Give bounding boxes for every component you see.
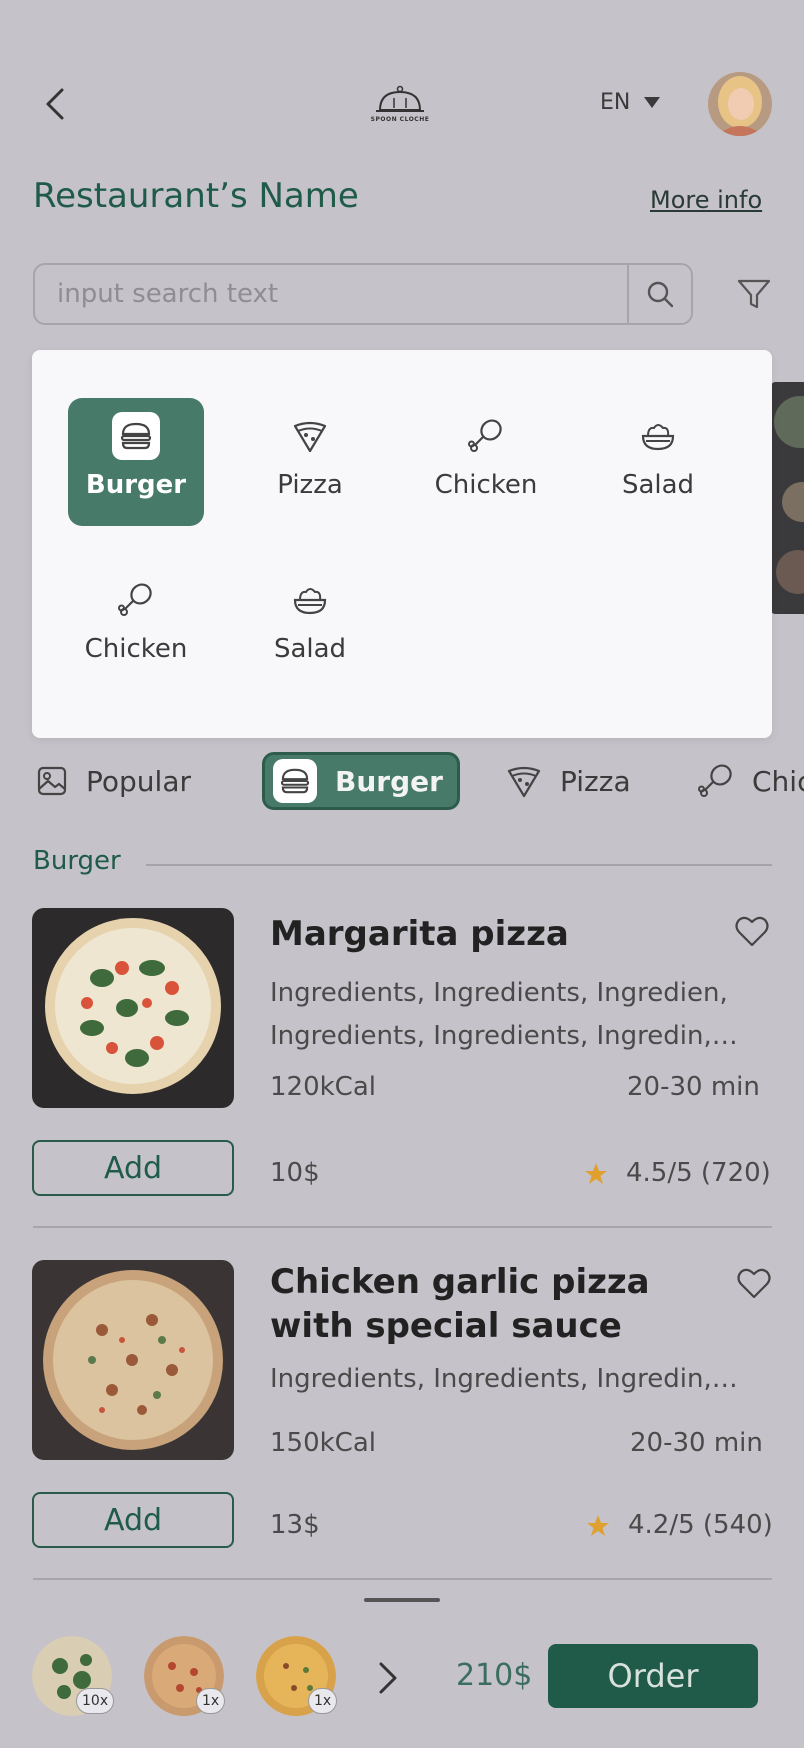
dropdown-item-label: Chicken [84,634,188,664]
category-tabs: Popular Burger Pizza Chic [0,752,804,812]
filter-button[interactable] [736,276,772,312]
item-image-margarita[interactable] [32,908,234,1108]
burger-icon [112,412,160,460]
rating-text: 4.5/5 (720) [626,1158,771,1188]
search-bar [33,263,693,325]
pizza-photo [32,1260,234,1460]
caret-down-icon [644,97,661,108]
drumstick-icon [112,576,160,624]
food-photo-peek [770,382,804,614]
drumstick-icon [462,412,510,460]
tab-label: Chic [752,764,804,798]
dropdown-item-salad-2[interactable]: Salad [242,562,378,690]
item-rating: 4.5/5 (720) [584,1158,771,1188]
dropdown-item-chicken-2[interactable]: Chicken [68,562,204,690]
search-icon [647,281,674,308]
salad-bowl-icon [286,576,334,624]
item-kcal: 120kCal [270,1072,376,1102]
tab-burger[interactable]: Burger [262,752,460,810]
cart-total: 210$ [456,1658,533,1693]
cart-item-qty: 1x [308,1688,338,1714]
drag-handle[interactable] [364,1598,440,1602]
ingredients-line: Ingredients, Ingredients, Ingredien, [270,978,728,1008]
chevron-left-icon [46,88,64,120]
item-image-chicken-garlic[interactable] [32,1260,234,1460]
filter-icon [737,279,771,309]
ingredients-line: Ingredients, Ingredients, Ingredin,… [270,1021,738,1051]
dropdown-item-chicken[interactable]: Chicken [418,398,554,526]
tab-chicken[interactable]: Chic [698,752,804,810]
drumstick-icon [698,764,732,797]
dropdown-item-label: Pizza [277,470,343,500]
dropdown-item-salad[interactable]: Salad [590,398,726,526]
pizza-photo [32,908,234,1108]
dropdown-item-label: Chicken [434,470,538,500]
star-icon [587,1514,609,1536]
order-button[interactable]: Order [548,1644,758,1708]
section-divider [146,864,772,866]
item-title[interactable]: Margarita pizza [270,912,569,956]
item-kcal: 150kCal [270,1428,376,1458]
salad-bowl-icon [634,412,682,460]
dropdown-item-burger[interactable]: Burger [68,398,204,526]
section-title: Burger [33,846,121,876]
heart-icon[interactable] [736,1266,772,1300]
item-price: 13$ [270,1510,320,1540]
add-button[interactable]: Add [32,1492,234,1548]
back-button[interactable] [40,86,72,122]
tab-label: Pizza [560,764,631,798]
dropdown-item-label: Salad [273,634,347,664]
user-photo [708,72,772,136]
promo-image-peek [770,382,804,614]
cart-item-qty: 10x [76,1688,115,1714]
dropdown-item-pizza[interactable]: Pizza [242,398,378,526]
title-line: with special sauce [270,1306,622,1346]
heart-icon[interactable] [734,914,770,948]
dropdown-item-label: Burger [85,470,187,500]
item-ingredients: Ingredients, Ingredients, Ingredin,… [270,1358,770,1401]
avatar[interactable] [708,72,772,136]
tab-label: Popular [86,764,191,798]
item-rating: 4.2/5 (540) [586,1510,773,1540]
restaurant-logo: SPOON CLOCHE [370,84,430,130]
tab-pizza[interactable]: Pizza [506,752,631,810]
cloche-icon [376,85,424,112]
item-ingredients: Ingredients, Ingredients, Ingredien, Ing… [270,972,770,1058]
more-info-link[interactable]: More info [650,186,762,214]
pizza-icon [507,766,541,798]
title-line: Chicken garlic pizza [270,1262,650,1302]
ingredients-line: Ingredients, Ingredients, Ingredin,… [270,1364,738,1394]
chevron-right-icon [379,1662,397,1694]
search-input[interactable] [57,279,617,309]
logo-text: SPOON CLOCHE [370,116,430,123]
pizza-icon [286,412,334,460]
cart-next-button[interactable] [376,1660,400,1696]
item-price: 10$ [270,1158,320,1188]
language-label: EN [600,90,631,115]
search-button[interactable] [627,265,691,323]
star-icon [585,1162,607,1184]
category-dropdown: Burger Pizza Chicken Salad Chicken Salad [32,350,772,738]
cart-item-qty: 1x [196,1688,226,1714]
image-icon [37,766,67,796]
tab-popular[interactable]: Popular [36,752,191,810]
dropdown-item-label: Salad [621,470,695,500]
rating-text: 4.2/5 (540) [628,1510,773,1540]
item-title[interactable]: Chicken garlic pizza with special sauce [270,1260,650,1348]
tab-label: Burger [335,764,443,798]
language-selector[interactable]: EN [600,90,661,115]
item-time: 20-30 min [627,1072,760,1102]
item-time: 20-30 min [630,1428,763,1458]
burger-icon [273,759,317,803]
add-button[interactable]: Add [32,1140,234,1196]
restaurant-name: Restaurant’s Name [33,176,359,216]
item-divider [33,1226,772,1228]
item-divider [33,1578,772,1580]
